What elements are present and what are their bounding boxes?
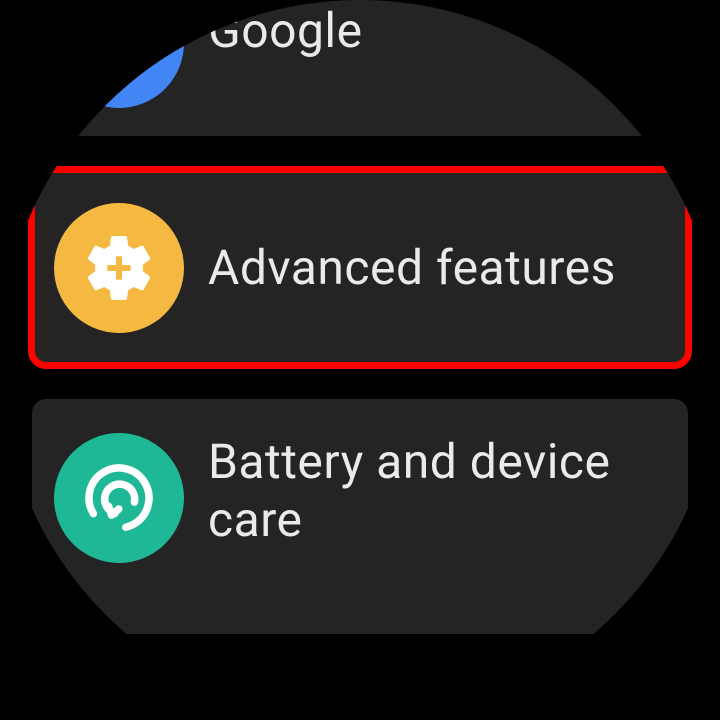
- settings-list: Google Advanced features: [0, 0, 720, 720]
- watch-face: Google Advanced features: [0, 0, 720, 720]
- settings-item-label: Battery and device care: [208, 433, 666, 548]
- settings-item-advanced-features[interactable]: Advanced features: [32, 170, 688, 365]
- settings-item-label: Advanced features: [208, 239, 616, 297]
- settings-item-google[interactable]: Google: [32, 0, 688, 136]
- gear-plus-icon: [54, 203, 184, 333]
- settings-item-battery-device-care[interactable]: Battery and device care: [32, 399, 688, 634]
- google-icon: [54, 0, 184, 108]
- settings-item-label: Google: [208, 2, 363, 60]
- refresh-circle-icon: [54, 433, 184, 563]
